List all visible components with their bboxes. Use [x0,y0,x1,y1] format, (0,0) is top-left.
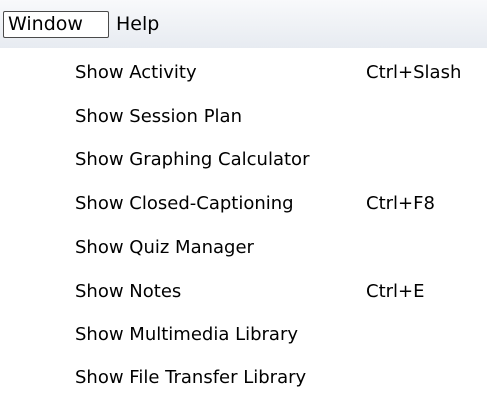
menu-item-show-session-plan[interactable]: Show Session Plan [0,95,487,139]
menu-item-label: Show Closed-Captioning [75,193,294,214]
menu-item-show-activity[interactable]: Show Activity Ctrl+Slash [0,51,487,95]
menu-item-label: Show Multimedia Library [75,324,299,345]
menu-item-shortcut: Ctrl+Slash [366,62,462,83]
menu-item-show-file-transfer-library[interactable]: Show File Transfer Library [0,356,487,400]
menu-item-shortcut: Ctrl+E [366,281,425,302]
menu-item-label: Show Quiz Manager [75,237,254,258]
menu-item-show-quiz-manager[interactable]: Show Quiz Manager [0,226,487,270]
menu-item-show-multimedia-library[interactable]: Show Multimedia Library [0,313,487,357]
menu-item-label: Show Session Plan [75,106,242,127]
menu-item-label: Show Graphing Calculator [75,149,310,170]
menu-item-show-notes[interactable]: Show Notes Ctrl+E [0,270,487,314]
menu-item-label: Show Activity [75,62,197,83]
menu-item-label: Show File Transfer Library [75,367,307,388]
menu-item-label: Show Notes [75,281,182,302]
menu-item-show-closed-captioning[interactable]: Show Closed-Captioning Ctrl+F8 [0,182,487,226]
window-menu-dropdown: Show Activity Ctrl+Slash Show Session Pl… [0,48,487,399]
menu-item-shortcut: Ctrl+F8 [366,193,435,214]
menu-bar: Window Help [0,0,487,48]
menu-item-show-graphing-calculator[interactable]: Show Graphing Calculator [0,138,487,182]
menu-help[interactable]: Help [112,11,163,38]
menu-window[interactable]: Window [3,11,109,38]
